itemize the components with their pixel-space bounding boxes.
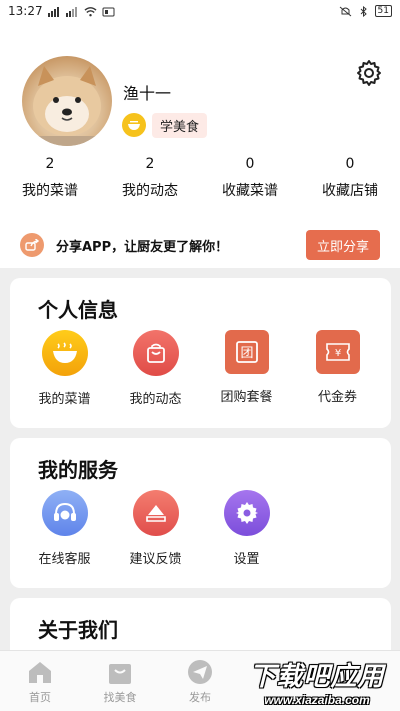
recipe-bowl-icon — [41, 330, 88, 376]
menu-item-vouchers[interactable]: ¥ 代金券 — [292, 330, 383, 407]
feedback-icon — [132, 490, 179, 536]
group-buy-icon: 团 — [224, 330, 269, 374]
menu-item-label: 代金券 — [317, 390, 357, 405]
menu-item-label: 我的菜谱 — [38, 392, 91, 407]
bag-icon — [109, 664, 131, 684]
username: 渔十一 — [123, 84, 172, 103]
watermark-main: 下载吧应用 — [249, 660, 385, 691]
share-icon — [20, 233, 44, 257]
signal-icon — [47, 6, 59, 17]
section-title: 我的服务 — [38, 458, 118, 482]
menu-item-label: 设置 — [233, 552, 260, 567]
stat-my-posts[interactable]: 2 我的动态 — [100, 152, 200, 212]
status-time: 13:27 — [8, 4, 43, 18]
shopping-bag-icon — [132, 330, 179, 376]
shiba-dog-image — [22, 66, 112, 146]
stats-row: 2 我的菜谱 2 我的动态 0 收藏菜谱 0 收藏店铺 — [0, 152, 400, 212]
svg-text:团: 团 — [240, 346, 253, 361]
nav-label: 找美食 — [103, 691, 137, 704]
menu-item-my-recipes[interactable]: 我的菜谱 — [19, 330, 110, 407]
stat-count: 0 — [345, 156, 355, 172]
section-title: 个人信息 — [38, 298, 118, 322]
watermark-logo: 下载吧应用 www.xiazaiba.com — [238, 654, 396, 708]
stat-count: 2 — [45, 156, 55, 172]
send-icon — [188, 660, 212, 684]
share-text: 分享APP，让厨友更了解你！ — [56, 239, 229, 255]
battery-indicator: 51 — [374, 5, 392, 17]
section-title: 关于我们 — [38, 618, 118, 642]
share-now-button[interactable]: 立即分享 — [306, 230, 380, 260]
signal-icon-2 — [65, 6, 77, 17]
svg-text:¥: ¥ — [334, 348, 340, 359]
stat-my-recipes[interactable]: 2 我的菜谱 — [0, 152, 100, 212]
menu-item-my-posts[interactable]: 我的动态 — [110, 330, 201, 407]
stat-label: 我的菜谱 — [22, 183, 78, 199]
home-icon — [29, 662, 51, 683]
nav-item-publish[interactable]: 发布 — [160, 651, 240, 711]
service-items: 在线客服 建议反馈 设置 — [10, 490, 391, 567]
nav-label: 发布 — [189, 691, 211, 704]
personal-info-card: 个人信息 我的菜谱 我的动态 团 团购套餐 ¥ 代金券 — [10, 278, 391, 428]
content-area: 个人信息 我的菜谱 我的动态 团 团购套餐 ¥ 代金券 我的服务 在线客服 建议… — [0, 268, 400, 650]
about-card[interactable]: 关于我们 — [10, 598, 391, 650]
stat-saved-recipes[interactable]: 0 收藏菜谱 — [200, 152, 300, 212]
bluetooth-icon — [360, 5, 367, 17]
gear-icon — [223, 490, 270, 536]
settings-button[interactable] — [354, 58, 384, 88]
menu-item-online-service[interactable]: 在线客服 — [19, 490, 110, 567]
gear-icon — [357, 60, 381, 86]
voucher-icon: ¥ — [315, 330, 360, 374]
stat-label: 我的动态 — [122, 183, 178, 199]
avatar[interactable] — [22, 56, 112, 146]
status-bar: 13:27 51 — [0, 0, 400, 22]
menu-item-label: 建议反馈 — [129, 552, 182, 567]
mute-icon — [339, 6, 351, 16]
stat-label: 收藏店铺 — [322, 183, 378, 199]
menu-item-label: 在线客服 — [38, 552, 91, 567]
menu-item-label: 团购套餐 — [220, 390, 273, 405]
level-bowl-icon — [122, 113, 146, 137]
watermark-sub: www.xiazaiba.com — [264, 692, 370, 707]
network-icon — [102, 7, 115, 16]
stat-label: 收藏菜谱 — [222, 183, 278, 199]
stat-saved-shops[interactable]: 0 收藏店铺 — [300, 152, 400, 212]
personal-items: 我的菜谱 我的动态 团 团购套餐 ¥ 代金券 — [10, 330, 391, 407]
share-banner: 分享APP，让厨友更了解你！ 立即分享 — [0, 226, 400, 264]
menu-item-feedback[interactable]: 建议反馈 — [110, 490, 201, 567]
menu-item-settings[interactable]: 设置 — [201, 490, 292, 567]
wifi-icon — [84, 6, 97, 16]
stat-count: 2 — [145, 156, 155, 172]
menu-item-group-buy[interactable]: 团 团购套餐 — [201, 330, 292, 407]
nav-label: 首页 — [29, 691, 51, 704]
level-label: 学美食 — [152, 112, 208, 138]
profile-header: 渔十一 学美食 — [0, 50, 400, 150]
nav-item-find-food[interactable]: 找美食 — [80, 651, 160, 711]
headset-icon — [41, 490, 88, 536]
nav-item-home[interactable]: 首页 — [0, 651, 80, 711]
level-badge: 学美食 — [122, 112, 208, 138]
services-card: 我的服务 在线客服 建议反馈 设置 — [10, 438, 391, 588]
stat-count: 0 — [245, 156, 255, 172]
menu-item-label: 我的动态 — [129, 392, 182, 407]
